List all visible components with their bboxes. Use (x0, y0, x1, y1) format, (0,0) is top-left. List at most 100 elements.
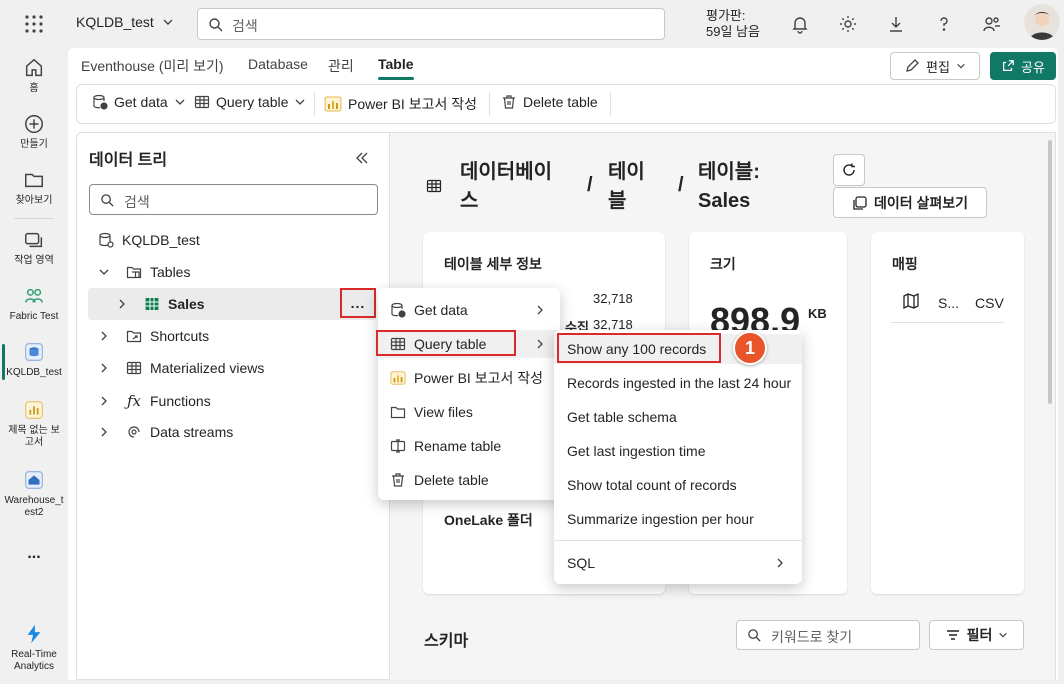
tab-table[interactable]: Table (378, 56, 414, 80)
breadcrumb-separator: / (587, 174, 593, 196)
menu-item-label: View files (414, 404, 473, 420)
share-button[interactable]: 공유 (990, 52, 1056, 80)
rail-item-rta[interactable]: Real-Time Analytics (0, 622, 68, 673)
rail-more[interactable]: ... (0, 546, 68, 562)
submenu-item-total-count[interactable]: Show total count of records (554, 470, 802, 500)
chevron-down-icon (998, 630, 1008, 640)
chevron-right-icon[interactable] (116, 298, 128, 310)
edit-button[interactable]: 편집 (890, 52, 980, 80)
highlight-show-100 (557, 333, 721, 363)
details-value: 32,718 (593, 291, 633, 306)
tree-item-data-streams[interactable]: Data streams (98, 424, 233, 440)
powerbi-icon (324, 95, 342, 113)
collapse-panel-icon[interactable] (354, 150, 370, 166)
chevron-down-icon[interactable] (98, 266, 110, 278)
settings-gear-icon[interactable] (838, 14, 858, 34)
global-search[interactable]: 검색 (197, 8, 665, 40)
share-feedback-icon[interactable] (982, 14, 1002, 34)
rail-item-warehouse[interactable]: Warehouse_test2 (0, 468, 68, 519)
help-icon[interactable] (934, 14, 954, 34)
chevron-right-icon[interactable] (98, 426, 110, 438)
schema-title: 스키마 (424, 633, 469, 650)
refresh-button[interactable] (833, 154, 865, 186)
tree-label: Tables (150, 264, 191, 280)
rail-item-fabric-test[interactable]: Fabric Test (0, 284, 68, 323)
powerbi-report-button[interactable]: Power BI 보고서 작성 (324, 94, 477, 114)
delete-table-label: Delete table (523, 94, 598, 110)
mapping-title: 매핑 (892, 256, 918, 272)
shortcut-folder-icon (126, 328, 142, 344)
menu-item-get-data[interactable]: Get data (378, 296, 560, 324)
pencil-icon (904, 58, 920, 74)
avatar[interactable] (1024, 4, 1060, 40)
notifications-icon[interactable] (790, 14, 810, 34)
rail-item-report[interactable]: 제목 없는 보고서 (0, 398, 68, 449)
rail-item-kqldb[interactable]: KQLDB_test (0, 340, 68, 380)
tree-item-materialized-views[interactable]: Materialized views (98, 360, 264, 376)
tab-manage[interactable]: 관리 (328, 56, 354, 76)
chevron-right-icon[interactable] (98, 330, 110, 342)
mapping-type: CSV (975, 295, 1004, 311)
tree-item-database[interactable]: KQLDB_test (98, 232, 200, 248)
explore-data-button[interactable]: 데이터 살펴보기 (833, 187, 987, 218)
chevron-right-icon[interactable] (98, 395, 110, 407)
map-icon (902, 292, 920, 310)
rail-item-home[interactable]: 홈 (0, 56, 68, 95)
table-icon (144, 296, 160, 312)
browse-icon (22, 168, 46, 192)
scrollbar[interactable] (1048, 140, 1052, 404)
search-icon (747, 628, 762, 643)
rail-item-workspaces[interactable]: 작업 영역 (0, 228, 68, 267)
step-badge-number: 1 (744, 337, 755, 358)
workspaces-icon (22, 228, 46, 252)
table-details-title: 테이블 세부 정보 (444, 256, 542, 272)
submenu-item-summarize-ingestion[interactable]: Summarize ingestion per hour (554, 504, 802, 534)
mapping-card (871, 232, 1024, 594)
chevron-down-icon (294, 96, 306, 108)
kql-db-icon (22, 340, 46, 364)
submenu-item-sql[interactable]: SQL (554, 548, 802, 578)
breadcrumb-database[interactable]: 데이터베이스 (460, 158, 570, 216)
submenu-item-table-schema[interactable]: Get table schema (554, 402, 802, 432)
menu-item-delete-table[interactable]: Delete table (378, 466, 560, 494)
app-launcher-icon[interactable] (22, 12, 46, 36)
materialized-view-icon (126, 360, 142, 376)
chevron-right-icon[interactable] (98, 362, 110, 374)
submenu-item-last-ingestion[interactable]: Get last ingestion time (554, 436, 802, 466)
tab-eventhouse[interactable]: Eventhouse (미리 보기) (81, 56, 224, 76)
delete-table-button[interactable]: Delete table (501, 94, 598, 110)
trash-icon (501, 94, 517, 110)
rail-item-browse[interactable]: 찾아보기 (0, 168, 68, 207)
menu-item-rename-table[interactable]: Rename table (378, 432, 560, 460)
kql-database-icon (98, 232, 114, 248)
query-table-label: Query table (216, 94, 289, 110)
breadcrumb-table[interactable]: 테이블 (608, 158, 656, 216)
get-data-button[interactable]: Get data (92, 94, 186, 110)
schema-search-placeholder: 키워드로 찾기 (771, 629, 853, 645)
fabric-icon (22, 284, 46, 308)
tree-item-functions[interactable]: ƒx Functions (98, 392, 211, 410)
filter-button[interactable]: 필터 (929, 620, 1024, 650)
menu-item-view-files[interactable]: View files (378, 398, 560, 426)
schema-search-input[interactable]: 키워드로 찾기 (736, 620, 920, 650)
submenu-item-last-24h[interactable]: Records ingested in the last 24 hour (554, 368, 802, 398)
database-add-icon (92, 94, 108, 110)
rail-item-create[interactable]: 만들기 (0, 112, 68, 151)
menu-item-powerbi-report[interactable]: Power BI 보고서 작성 (378, 364, 560, 392)
mapping-name[interactable]: S... (938, 295, 959, 311)
query-table-button[interactable]: Query table (194, 94, 306, 110)
tree-item-sales[interactable]: Sales (116, 296, 205, 312)
tree-search-input[interactable]: 검색 (89, 184, 378, 215)
menu-item-label: Delete table (414, 472, 489, 488)
filter-label: 필터 (966, 627, 993, 643)
tree-item-tables[interactable]: Tables (98, 264, 190, 280)
tab-database[interactable]: Database (248, 56, 308, 72)
workspace-switcher[interactable]: KQLDB_test (76, 14, 174, 30)
tree-label: Materialized views (150, 360, 265, 376)
tree-item-shortcuts[interactable]: Shortcuts (98, 328, 209, 344)
database-add-icon (390, 302, 406, 318)
download-icon[interactable] (886, 14, 906, 34)
trash-icon (390, 472, 406, 488)
chevron-right-icon (534, 304, 546, 316)
powerbi-label: Power BI 보고서 작성 (348, 96, 477, 112)
